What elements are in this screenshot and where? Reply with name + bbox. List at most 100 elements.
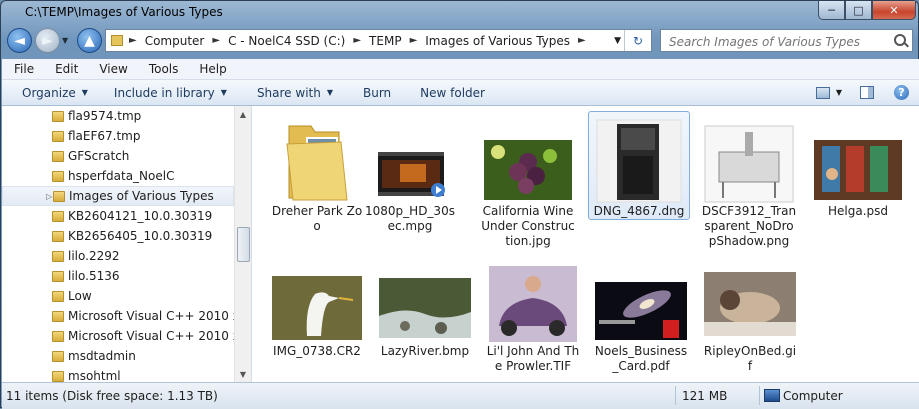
file-name: 1080p_HD_30sec.mpg [365, 204, 455, 233]
forward-button[interactable]: ► [35, 28, 60, 53]
breadcrumb-arrow[interactable]: ► [212, 35, 220, 46]
refresh-button[interactable]: ↻ [624, 30, 651, 51]
file-item[interactable]: California Wine Under Construction.jpg [478, 112, 578, 249]
tree-item[interactable]: GFScratch [2, 146, 234, 166]
computer-icon [764, 389, 780, 402]
folder-icon [52, 150, 64, 162]
folder-thumbnail [267, 112, 367, 204]
tree-item[interactable]: Microsoft Visual C++ 2010 x64 [2, 306, 251, 326]
folder-icon [52, 350, 64, 362]
search-icon[interactable] [894, 34, 906, 46]
view-options-dropdown[interactable]: ▼ [836, 88, 842, 97]
share-with-button[interactable]: Share with ▼ [257, 86, 333, 100]
tree-item[interactable]: KB2656405_10.0.30319 [2, 226, 234, 246]
file-item[interactable]: DSCF3912_Transparent_NoDropShadow.png [699, 112, 799, 249]
expand-arrow-icon[interactable]: ▷ [46, 192, 52, 201]
tree-item-images-of-various-types[interactable]: ▷ Images of Various Types [2, 186, 234, 206]
file-item[interactable]: LazyRiver.bmp [375, 266, 475, 359]
navigation-pane[interactable]: fla9574.tmp flaEF67.tmp GFScratch hsperf… [2, 106, 252, 382]
folder-icon [52, 110, 64, 122]
menu-edit[interactable]: Edit [42, 62, 86, 76]
file-item[interactable]: IMG_0738.CR2 [267, 266, 367, 359]
tree-item[interactable]: msdtadmin [2, 346, 234, 366]
change-view-icon[interactable] [815, 86, 830, 99]
new-folder-button[interactable]: New folder [420, 86, 485, 100]
command-bar-right: ▼ ? [815, 80, 919, 105]
folder-icon [52, 330, 64, 342]
file-name: IMG_0738.CR2 [273, 344, 361, 358]
tree-item-label: Low [68, 289, 92, 303]
preview-pane-icon[interactable] [860, 86, 874, 99]
file-name: Noels_Business_Card.pdf [594, 344, 688, 373]
breadcrumb-temp[interactable]: TEMP ► [369, 34, 425, 48]
explorer-window: C:\TEMP\Images of Various Types ─ □ ✕ ◄ … [0, 0, 919, 409]
breadcrumb-arrow[interactable]: ► [410, 35, 418, 46]
search-input[interactable] [667, 31, 891, 52]
breadcrumb-label[interactable]: C - NoelC4 SSD (C:) [228, 34, 345, 48]
image-thumbnail [808, 112, 908, 204]
breadcrumb-arrow[interactable]: ► [578, 35, 586, 46]
breadcrumb-separator[interactable]: ► [129, 35, 145, 46]
scroll-thumb[interactable] [237, 227, 250, 262]
egret-image [272, 276, 362, 340]
file-name: Helga.psd [827, 204, 888, 218]
folder-icon [52, 230, 64, 242]
file-view[interactable]: Dreher Park Zoo 1080p_HD_30sec.mpg Calif… [252, 106, 919, 382]
file-name: DNG_4867.dng [593, 204, 685, 218]
burn-button[interactable]: Burn [363, 86, 391, 100]
tree-item[interactable]: Microsoft Visual C++ 2010 x86 [2, 326, 251, 346]
help-icon[interactable]: ? [894, 85, 909, 100]
breadcrumb-arrow[interactable]: ► [353, 35, 361, 46]
folder-icon [52, 250, 64, 262]
organize-button[interactable]: Organize ▼ [22, 86, 88, 100]
recent-pages-dropdown[interactable]: ▼ [62, 36, 68, 45]
minimize-button[interactable]: ─ [818, 1, 845, 20]
status-bar: 11 items (Disk free space: 1.13 TB) 121 … [2, 382, 919, 409]
menu-file[interactable]: File [2, 62, 42, 76]
breadcrumb-label[interactable]: TEMP [369, 34, 402, 48]
breadcrumb-drive[interactable]: C - NoelC4 SSD (C:) ► [228, 34, 369, 48]
address-history-dropdown[interactable]: ▼ [614, 36, 621, 46]
folder-icon [52, 270, 64, 282]
tree-scrollbar[interactable]: ▲ ▼ [234, 106, 251, 382]
close-button[interactable]: ✕ [872, 1, 916, 20]
tree-item-label: flaEF67.tmp [68, 129, 141, 143]
address-bar[interactable]: ► Computer ► C - NoelC4 SSD (C:) ► TEMP ► I… [105, 29, 652, 52]
include-in-library-button[interactable]: Include in library ▼ [114, 86, 227, 100]
file-item-selected[interactable]: DNG_4867.dng [588, 111, 690, 220]
breadcrumb-label[interactable]: Computer [145, 34, 205, 48]
menu-tools[interactable]: Tools [136, 62, 187, 76]
chevron-down-icon: ▼ [81, 88, 88, 97]
breadcrumb-computer[interactable]: Computer ► [145, 34, 228, 48]
tree-item[interactable]: lilo.5136 [2, 266, 234, 286]
tree-item[interactable]: KB2604121_10.0.30319 [2, 206, 234, 226]
file-name: RipleyOnBed.gif [703, 344, 797, 373]
tree-item[interactable]: hsperfdata_NoelC [2, 166, 234, 186]
scroll-down-button[interactable]: ▼ [235, 366, 251, 382]
file-item[interactable]: Dreher Park Zoo [267, 112, 367, 234]
back-button[interactable]: ◄ [7, 28, 32, 53]
title-bar[interactable]: C:\TEMP\Images of Various Types ─ □ ✕ [1, 1, 919, 25]
tree-item[interactable]: lilo.2292 [2, 246, 234, 266]
breadcrumb-arrow[interactable]: ► [129, 35, 137, 46]
menu-help[interactable]: Help [186, 62, 234, 76]
tree-item[interactable]: Low [2, 286, 234, 306]
folder-icon [52, 130, 64, 142]
file-item[interactable]: Li'l John And The Prowler.TIF [483, 266, 583, 374]
file-item[interactable]: RipleyOnBed.gif [700, 266, 800, 374]
file-item[interactable]: Helga.psd [808, 112, 908, 219]
image-thumbnail [267, 266, 367, 344]
file-item[interactable]: Noels_Business_Card.pdf [591, 266, 691, 374]
search-box[interactable] [660, 29, 913, 52]
scroll-up-button[interactable]: ▲ [235, 106, 251, 122]
breadcrumb-current[interactable]: Images of Various Types ► [425, 34, 593, 48]
tree-item[interactable]: fla9574.tmp [2, 106, 234, 126]
tree-item[interactable]: msohtml [2, 366, 234, 382]
maximize-button[interactable]: □ [845, 1, 872, 20]
up-button[interactable]: ▲ [77, 28, 102, 53]
breadcrumb-label[interactable]: Images of Various Types [425, 34, 570, 48]
menu-view[interactable]: View [86, 62, 135, 76]
file-item[interactable]: 1080p_HD_30sec.mpg [360, 112, 460, 234]
file-name: Li'l John And The Prowler.TIF [486, 344, 580, 373]
tree-item[interactable]: flaEF67.tmp [2, 126, 234, 146]
